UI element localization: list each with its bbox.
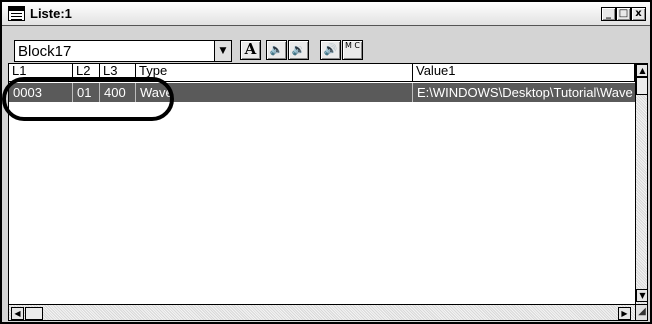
column-header-l2[interactable]: L2 <box>73 64 100 82</box>
toolbar: Block17 ▼ A 🔈 🔉 🔊 M C <box>2 27 650 62</box>
window-title: Liste:1 <box>30 6 72 21</box>
column-header-l3[interactable]: L3 <box>100 64 136 82</box>
block-select-value: Block17 <box>18 43 72 60</box>
list-icon[interactable] <box>8 6 25 21</box>
scroll-left-icon[interactable]: ◀ <box>11 307 24 320</box>
speaker-icon[interactable]: 🔈 <box>266 40 287 60</box>
cell-type: Wave <box>136 83 413 102</box>
scroll-up-icon[interactable]: ▲ <box>636 64 647 77</box>
cell-l1: 0003 <box>9 83 73 102</box>
close-button[interactable]: x <box>631 7 646 21</box>
horizontal-scrollbar[interactable]: ◀ ▶ <box>9 304 635 320</box>
text-button[interactable]: A <box>240 40 261 60</box>
event-list[interactable]: L1 L2 L3 Type Value1 0003 01 400 Wave E:… <box>8 63 648 321</box>
column-header-l1[interactable]: L1 <box>9 64 73 82</box>
table-row[interactable]: 0003 01 400 Wave E:\WINDOWS\Desktop\Tuto… <box>9 83 635 102</box>
scroll-down-icon[interactable]: ▼ <box>636 289 647 302</box>
column-header-type[interactable]: Type <box>136 64 413 82</box>
maximize-button[interactable]: □ <box>616 7 631 21</box>
scroll-right-icon[interactable]: ▶ <box>618 307 631 320</box>
midi-channel-icon[interactable]: M C <box>342 40 363 60</box>
minimize-button[interactable]: _ <box>601 7 616 21</box>
cell-value1: E:\WINDOWS\Desktop\Tutorial\Wave Fil <box>417 85 635 100</box>
title-bar[interactable]: Liste:1 _ □ x <box>2 2 650 26</box>
chevron-down-icon[interactable]: ▼ <box>214 41 231 61</box>
vertical-scroll-thumb[interactable] <box>636 77 647 95</box>
horizontal-scroll-thumb[interactable] <box>25 307 43 320</box>
block-select[interactable]: Block17 ▼ <box>14 40 232 62</box>
list-window: Liste:1 _ □ x Block17 ▼ A 🔈 🔉 🔊 M C L1 L… <box>0 0 652 324</box>
cell-l3: 400 <box>100 83 136 102</box>
speaker-volume-icon[interactable]: 🔉 <box>288 40 309 60</box>
speaker-play-icon[interactable]: 🔊 <box>320 40 341 60</box>
resize-grip-icon[interactable]: ◢ <box>635 304 647 320</box>
vertical-scrollbar[interactable]: ▲ ▼ <box>635 64 647 304</box>
cell-l2: 01 <box>73 83 100 102</box>
column-header-value1[interactable]: Value1 <box>413 64 635 82</box>
